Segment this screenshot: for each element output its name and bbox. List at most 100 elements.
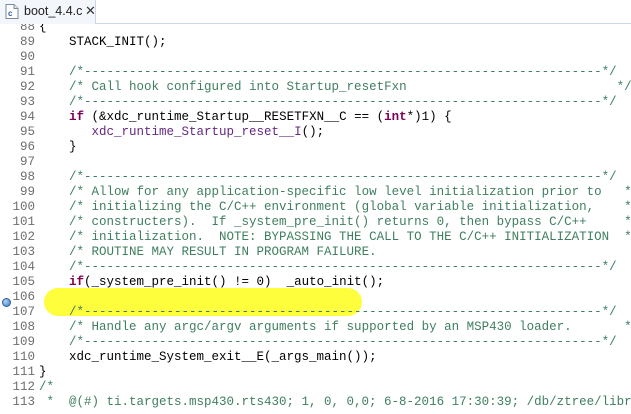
- code-token: {: [39, 24, 47, 34]
- code-line[interactable]: 110 xdc_runtime_System_exit__E(_args_mai…: [0, 350, 631, 365]
- code-line[interactable]: 92 /* Call hook configured into Startup_…: [0, 80, 631, 95]
- code-text: /* Handle any argc/argv arguments if sup…: [39, 320, 631, 335]
- code-token: /*--------------------------------------…: [69, 95, 617, 109]
- code-line[interactable]: 106: [0, 290, 631, 305]
- code-text: /*--------------------------------------…: [39, 170, 617, 185]
- tab-title: boot_4.4.c: [24, 4, 83, 18]
- code-line[interactable]: 101 /* constructers). If _system_pre_ini…: [0, 215, 631, 230]
- code-token: /*--------------------------------------…: [69, 335, 617, 349]
- code-editor[interactable]: 88{89 STACK_INIT(); 90 91 /*-------------…: [0, 24, 631, 414]
- line-number: 88: [19, 24, 35, 34]
- line-number: 104: [12, 260, 35, 274]
- line-number: 108: [12, 320, 35, 334]
- code-line[interactable]: 107 /*----------------------------------…: [0, 305, 631, 320]
- code-text: /* initializing the C/C++ environment (g…: [39, 200, 631, 215]
- code-text: xdc_runtime_Startup_reset__I();: [39, 125, 325, 140]
- code-token: /* initialization. NOTE: BYPASSING THE C…: [69, 230, 631, 244]
- code-line[interactable]: 93 /*-----------------------------------…: [0, 95, 631, 110]
- line-number: 97: [19, 155, 35, 169]
- code-text: }: [39, 365, 47, 380]
- code-line[interactable]: 89 STACK_INIT();: [0, 35, 631, 50]
- line-number: 93: [19, 95, 35, 109]
- close-icon[interactable]: ✕: [85, 3, 96, 19]
- line-number: 110: [12, 350, 35, 364]
- line-number: 111: [12, 365, 35, 379]
- code-text: * @(#) ti.targets.msp430.rts430; 1, 0, 0…: [39, 395, 631, 410]
- code-token: * @(#) ti.targets.msp430.rts430; 1, 0, 0…: [46, 395, 631, 409]
- code-line[interactable]: 99 /* Allow for any application-specific…: [0, 185, 631, 200]
- line-number: 92: [19, 80, 35, 94]
- code-token: /* ROUTINE MAY RESULT IN PROGRAM FAILURE…: [69, 245, 631, 259]
- code-line[interactable]: 95 xdc_runtime_Startup_reset__I();: [0, 125, 631, 140]
- code-text: }: [39, 140, 77, 155]
- code-line[interactable]: 94 if (&xdc_runtime_Startup__RESETFXN__C…: [0, 110, 631, 125]
- code-line[interactable]: 88 {: [0, 24, 631, 35]
- code-line[interactable]: 112 /*: [0, 380, 631, 395]
- code-token: /*: [39, 380, 55, 394]
- line-number: 101: [12, 215, 35, 229]
- code-text: {: [39, 24, 47, 35]
- line-number: 98: [19, 170, 35, 184]
- code-line[interactable]: 100 /* initializing the C/C++ environmen…: [0, 200, 631, 215]
- code-token: STACK_INIT();: [69, 35, 167, 49]
- code-token: /*--------------------------------------…: [69, 65, 617, 79]
- code-text: /*--------------------------------------…: [39, 260, 617, 275]
- code-token: /*--------------------------------------…: [69, 305, 617, 319]
- code-line[interactable]: 98 /*-----------------------------------…: [0, 170, 631, 185]
- code-line[interactable]: 96 }: [0, 140, 631, 155]
- c-file-icon: c: [5, 4, 19, 19]
- line-number: 90: [19, 50, 35, 64]
- code-token: (&xdc_runtime_Startup__RESETFXN__C == (: [84, 110, 385, 124]
- line-number: 109: [12, 335, 35, 349]
- line-number: 96: [19, 140, 35, 154]
- code-line[interactable]: 97: [0, 155, 631, 170]
- code-text: /*--------------------------------------…: [39, 305, 617, 320]
- code-token: if: [69, 110, 85, 124]
- code-text: if(_system_pre_init() != 0) _auto_init()…: [39, 275, 384, 290]
- tab-boot-file[interactable]: c boot_4.4.c ✕: [0, 0, 96, 24]
- code-token: /*--------------------------------------…: [69, 260, 617, 274]
- code-token: /* Call hook configured into Startup_res…: [69, 80, 631, 94]
- code-text: /* initialization. NOTE: BYPASSING THE C…: [39, 230, 631, 245]
- code-line[interactable]: 109 /*----------------------------------…: [0, 335, 631, 350]
- line-number: 106: [12, 290, 35, 304]
- code-text: /*--------------------------------------…: [39, 335, 617, 350]
- code-text: if (&xdc_runtime_Startup__RESETFXN__C ==…: [39, 110, 452, 125]
- code-text: /* Allow for any application-specific lo…: [39, 185, 631, 200]
- code-token: /*--------------------------------------…: [69, 170, 617, 184]
- code-token: /* Handle any argc/argv arguments if sup…: [69, 320, 631, 334]
- code-token: int: [384, 110, 407, 124]
- code-text: STACK_INIT();: [39, 35, 167, 50]
- editor-tab-bar: c boot_4.4.c ✕: [0, 0, 631, 24]
- code-line[interactable]: 91 /*-----------------------------------…: [0, 65, 631, 80]
- code-line[interactable]: 113 * @(#) ti.targets.msp430.rts430; 1, …: [0, 395, 631, 410]
- code-line[interactable]: 104 /*----------------------------------…: [0, 260, 631, 275]
- code-text: /* ROUTINE MAY RESULT IN PROGRAM FAILURE…: [39, 245, 631, 260]
- line-number: 89: [19, 35, 35, 49]
- code-token: /* constructers). If _system_pre_init() …: [69, 215, 631, 229]
- code-line[interactable]: 103 /* ROUTINE MAY RESULT IN PROGRAM FAI…: [0, 245, 631, 260]
- code-line[interactable]: 105 if(_system_pre_init() != 0) _auto_in…: [0, 275, 631, 290]
- line-number: 105: [12, 275, 35, 289]
- code-token: if: [69, 275, 85, 289]
- code-token: }: [39, 365, 47, 379]
- code-token: /* initializing the C/C++ environment (g…: [69, 200, 631, 214]
- code-line[interactable]: 108 /* Handle any argc/argv arguments if…: [0, 320, 631, 335]
- code-line[interactable]: 111}: [0, 365, 631, 380]
- svg-text:c: c: [8, 9, 13, 18]
- line-number: 94: [19, 110, 35, 124]
- code-text: /* Call hook configured into Startup_res…: [39, 80, 631, 95]
- line-number: 102: [12, 230, 35, 244]
- line-number: 112: [12, 380, 35, 394]
- code-text: /*--------------------------------------…: [39, 65, 617, 80]
- line-number: 95: [19, 125, 35, 139]
- code-line[interactable]: 90: [0, 50, 631, 65]
- code-token: xdc_runtime_System_exit__E(_args_main())…: [69, 350, 377, 364]
- line-number: 103: [12, 245, 35, 259]
- code-line[interactable]: 102 /* initialization. NOTE: BYPASSING T…: [0, 230, 631, 245]
- line-number: 100: [12, 200, 35, 214]
